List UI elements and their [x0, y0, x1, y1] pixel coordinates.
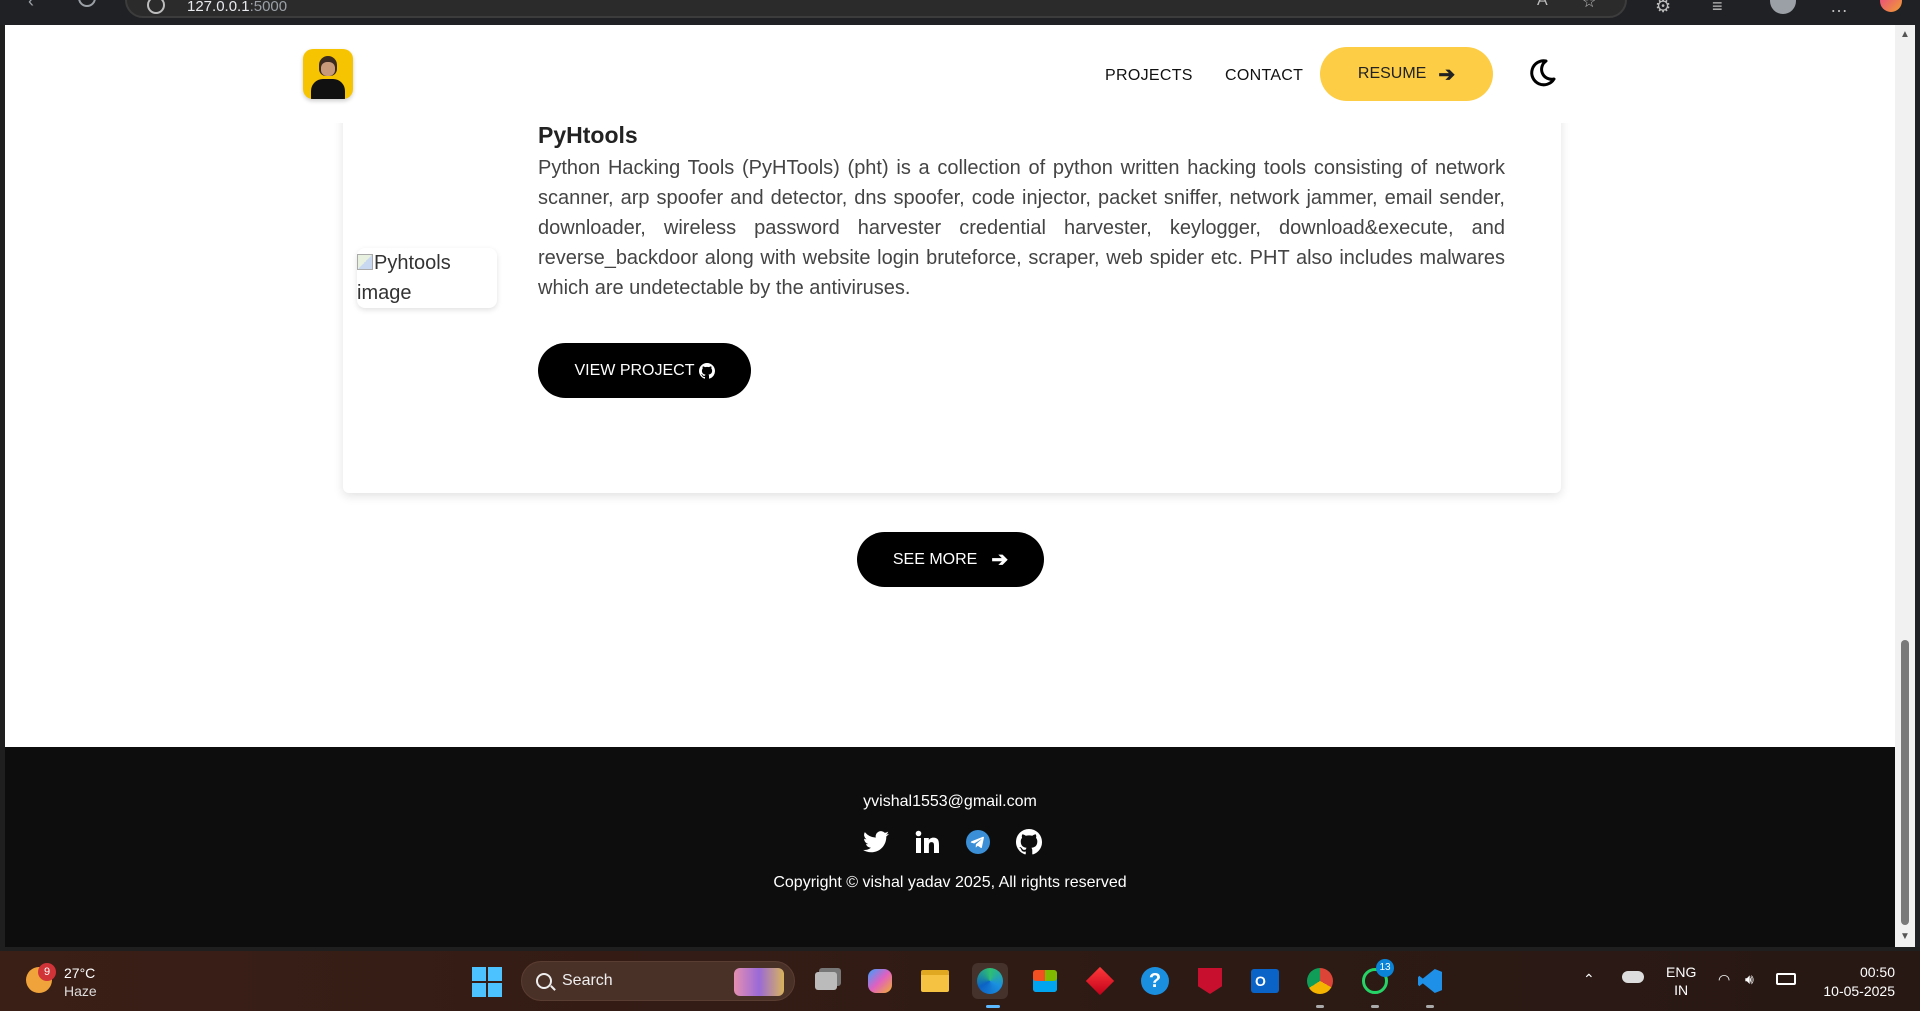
browser-toolbar: ‹ 127.0.0.1:5000 A ☆ ⚙ ≡ … — [0, 0, 1920, 25]
profile-avatar[interactable] — [1770, 0, 1796, 14]
scroll-down-icon[interactable]: ▼ — [1899, 931, 1911, 943]
weather-temperature: 27°C — [64, 965, 96, 981]
read-aloud-icon[interactable]: A — [1537, 0, 1548, 10]
outlook-icon[interactable]: O — [1247, 963, 1283, 999]
file-explorer-icon[interactable] — [917, 963, 953, 999]
collections-icon[interactable]: ≡ — [1712, 0, 1723, 17]
view-project-button[interactable]: VIEW PROJECT — [538, 343, 751, 398]
url-text: 127.0.0.1:5000 — [187, 0, 288, 15]
search-highlight-image — [734, 968, 784, 996]
logo-face — [321, 62, 335, 76]
search-icon — [536, 973, 552, 989]
github-icon — [698, 362, 715, 379]
project-title: PyHtools — [538, 122, 638, 148]
whatsapp-badge: 13 — [1376, 959, 1394, 977]
more-menu-icon[interactable]: … — [1830, 0, 1848, 17]
back-icon[interactable]: ‹ — [20, 0, 42, 12]
footer-copyright: Copyright © vishal yadav 2025, All right… — [773, 874, 1127, 891]
logo-body — [311, 79, 345, 99]
reload-icon[interactable] — [78, 0, 96, 7]
dark-mode-toggle-icon[interactable] — [1526, 57, 1558, 89]
project-description: Python Hacking Tools (PyHTools) (pht) is… — [538, 157, 1505, 299]
project-card: Pyhtools image PyHtools Python Hacking T… — [343, 85, 1561, 493]
help-app-icon[interactable]: ? — [1137, 963, 1173, 999]
wifi-icon[interactable]: ◠ — [1718, 971, 1730, 1011]
address-bar[interactable]: 127.0.0.1:5000 A ☆ — [125, 0, 1627, 18]
weather-condition: Haze — [64, 983, 97, 999]
nav-projects-link[interactable]: PROJECTS — [1105, 67, 1193, 85]
show-hidden-icons-icon[interactable]: ⌃ — [1583, 971, 1595, 1011]
site-info-icon[interactable] — [147, 0, 165, 14]
copilot-icon[interactable] — [1880, 0, 1902, 12]
weather-badge: 9 — [38, 963, 56, 981]
taskbar-search[interactable]: Search — [521, 961, 795, 1001]
extensions-icon[interactable]: ⚙ — [1655, 0, 1671, 17]
social-links — [862, 828, 1043, 856]
linkedin-icon[interactable] — [913, 828, 941, 856]
chrome-running-indicator — [1316, 1005, 1324, 1008]
arrow-right-icon: ➔ — [991, 549, 1009, 571]
footer-email[interactable]: yvishal1553@gmail.com — [5, 793, 1895, 811]
window-edge — [1915, 25, 1920, 947]
windows-taskbar: 9 27°C Haze Search ? O 13 ⌃ ENG IN ◠ 🔊︎ … — [0, 951, 1920, 1011]
edge-active-indicator — [986, 1005, 1000, 1008]
telegram-icon[interactable] — [964, 828, 992, 856]
arrow-right-icon: ➔ — [1438, 63, 1456, 86]
language-indicator[interactable]: ENG IN — [1666, 963, 1696, 1011]
nav-contact-link[interactable]: CONTACT — [1225, 67, 1303, 85]
chrome-icon[interactable] — [1302, 963, 1338, 999]
project-image: Pyhtools image — [357, 248, 497, 308]
whatsapp-running-indicator — [1371, 1005, 1379, 1008]
volume-icon[interactable]: 🔊︎ — [1745, 971, 1754, 1011]
language-code: ENG — [1666, 964, 1697, 980]
microsoft-store-icon[interactable] — [1027, 963, 1063, 999]
see-more-label: SEE MORE — [892, 550, 978, 568]
site-navbar: PROJECTS CONTACT RESUME ➔ — [5, 25, 1895, 123]
clock-time: 00:50 — [1859, 964, 1895, 980]
see-more-button[interactable]: SEE MORE ➔ — [857, 532, 1044, 587]
vscode-icon[interactable] — [1412, 963, 1448, 999]
copilot-app-icon[interactable] — [862, 963, 898, 999]
vscode-running-indicator — [1426, 1005, 1434, 1008]
language-region: IN — [1674, 982, 1689, 998]
site-footer: yvishal1553@gmail.com Copyright © vishal… — [5, 747, 1895, 947]
favorite-star-icon[interactable]: ☆ — [1582, 0, 1596, 12]
diamond-app-icon[interactable] — [1082, 963, 1118, 999]
view-project-label: VIEW PROJECT — [574, 361, 695, 379]
broken-image-icon — [357, 254, 373, 270]
onedrive-icon[interactable] — [1622, 971, 1644, 983]
page-viewport: Pyhtools image PyHtools Python Hacking T… — [5, 25, 1895, 947]
taskbar-search-label: Search — [562, 972, 613, 989]
mcafee-icon[interactable] — [1192, 963, 1228, 999]
weather-widget[interactable]: 9 27°C Haze — [22, 961, 122, 1001]
page-scrollbar[interactable]: ▲ ▼ — [1895, 25, 1915, 947]
battery-icon[interactable] — [1776, 973, 1796, 985]
github-icon[interactable] — [1015, 828, 1043, 856]
resume-button[interactable]: RESUME ➔ — [1320, 47, 1493, 101]
twitter-icon[interactable] — [862, 828, 890, 856]
clock-date: 10-05-2025 — [1823, 983, 1895, 999]
edge-browser-icon[interactable] — [972, 963, 1008, 999]
site-logo[interactable] — [303, 49, 353, 99]
system-clock[interactable]: 00:50 10-05-2025 — [1815, 963, 1895, 1001]
scrollbar-thumb[interactable] — [1901, 640, 1909, 925]
resume-label: RESUME — [1357, 65, 1427, 82]
windows-start-icon[interactable] — [472, 967, 502, 997]
scroll-up-icon[interactable]: ▲ — [1899, 29, 1911, 41]
task-view-icon[interactable] — [808, 963, 844, 999]
